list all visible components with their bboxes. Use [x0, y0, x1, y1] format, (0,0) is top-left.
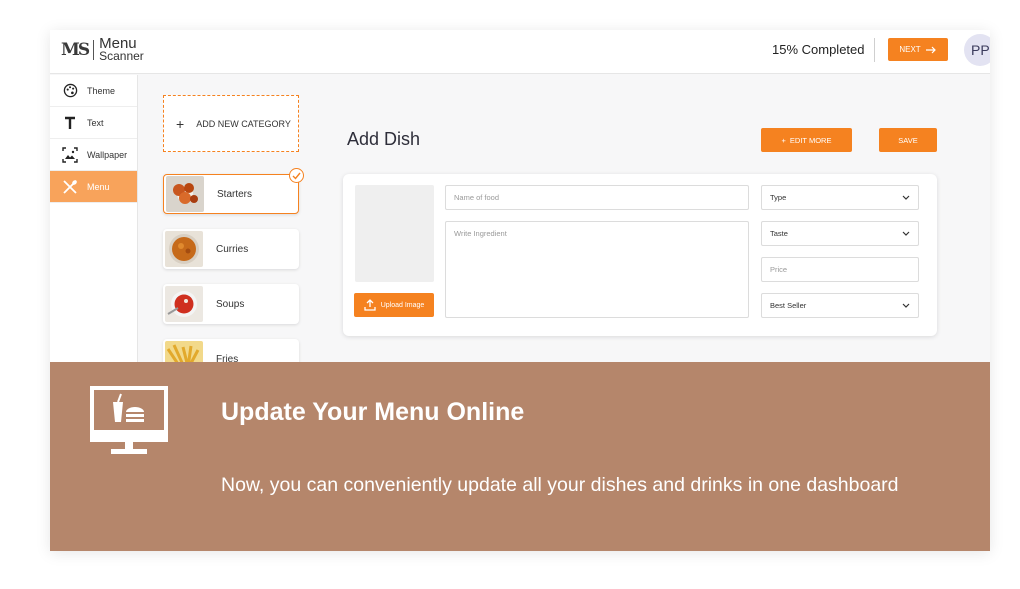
curries-food-image [165, 231, 203, 267]
page-title: Add Dish [347, 129, 421, 149]
fork-spoon-icon [62, 179, 78, 195]
logo-text: Menu Scanner [99, 36, 144, 63]
upload-image-label: Upload Image [380, 301, 425, 309]
sidebar-item-label: Text [87, 117, 104, 128]
app-window: MS Menu Scanner 15% Completed NEXT PP Th… [50, 30, 990, 551]
taste-select[interactable]: Taste [761, 221, 919, 246]
logo-line-2: Scanner [99, 49, 144, 63]
arrow-right-icon [925, 46, 936, 53]
category-item-soups[interactable]: Soups [163, 284, 299, 324]
monitor-menu-icon [90, 386, 168, 454]
add-new-category-button[interactable]: + ADD NEW CATEGORY [163, 95, 299, 152]
category-label: Soups [216, 298, 245, 310]
plus-icon: + [781, 135, 786, 145]
banner-title: Update Your Menu Online [221, 398, 525, 426]
category-item-curries[interactable]: Curries [163, 229, 299, 269]
sidebar-item-wallpaper[interactable]: Wallpaper [50, 139, 137, 171]
logo-mark: MS [61, 40, 90, 60]
logo-divider [93, 40, 95, 60]
chevron-down-icon [902, 231, 910, 236]
category-label: Curries [216, 243, 249, 255]
chevron-down-icon [902, 195, 910, 200]
name-of-food-input[interactable]: Name of food [445, 185, 749, 210]
chevron-down-icon [902, 303, 910, 308]
type-select-value: Type [770, 193, 787, 202]
dish-image-placeholder[interactable] [355, 185, 434, 282]
add-category-label: ADD NEW CATEGORY [196, 118, 291, 129]
palette-icon [62, 83, 78, 99]
ingredient-textarea[interactable]: Write Ingredient [445, 221, 749, 318]
sidebar-item-label: Wallpaper [87, 149, 128, 160]
soups-food-image [165, 286, 203, 322]
next-button-label: NEXT [899, 45, 921, 54]
category-label: Starters [217, 188, 253, 200]
sidebar-item-text[interactable]: Text [50, 107, 137, 139]
promo-banner: Update Your Menu Online Now, you can con… [50, 362, 990, 551]
save-button[interactable]: SAVE [879, 128, 937, 152]
upload-icon [364, 299, 376, 311]
taste-select-value: Taste [770, 229, 788, 238]
plus-icon: + [176, 115, 185, 132]
logo[interactable]: MS Menu Scanner [61, 36, 144, 63]
sidebar-item-label: Menu [87, 181, 110, 192]
best-seller-select-value: Best Seller [770, 301, 807, 310]
edit-more-label: EDIT MORE [789, 135, 832, 145]
avatar[interactable]: PP [964, 34, 990, 66]
edit-more-button[interactable]: + EDIT MORE [761, 128, 852, 152]
next-button[interactable]: NEXT [888, 38, 948, 61]
selected-check-icon [289, 168, 304, 183]
progress-status: 15% Completed [772, 42, 865, 57]
sidebar-item-theme[interactable]: Theme [50, 75, 137, 107]
category-item-starters[interactable]: Starters [163, 174, 299, 214]
sidebar-item-menu[interactable]: Menu [50, 171, 137, 203]
banner-description: Now, you can conveniently update all you… [221, 474, 899, 496]
text-t-icon [62, 115, 78, 131]
sidebar-item-label: Theme [87, 85, 116, 96]
starters-food-image [166, 176, 204, 212]
price-input[interactable]: Price [761, 257, 919, 282]
upload-image-button[interactable]: Upload Image [354, 293, 434, 317]
header-divider [874, 38, 875, 62]
top-bar: MS Menu Scanner 15% Completed NEXT PP [50, 30, 990, 74]
image-icon [62, 146, 78, 163]
add-dish-card: Upload Image Name of food Write Ingredie… [343, 174, 937, 336]
best-seller-select[interactable]: Best Seller [761, 293, 919, 318]
type-select[interactable]: Type [761, 185, 919, 210]
